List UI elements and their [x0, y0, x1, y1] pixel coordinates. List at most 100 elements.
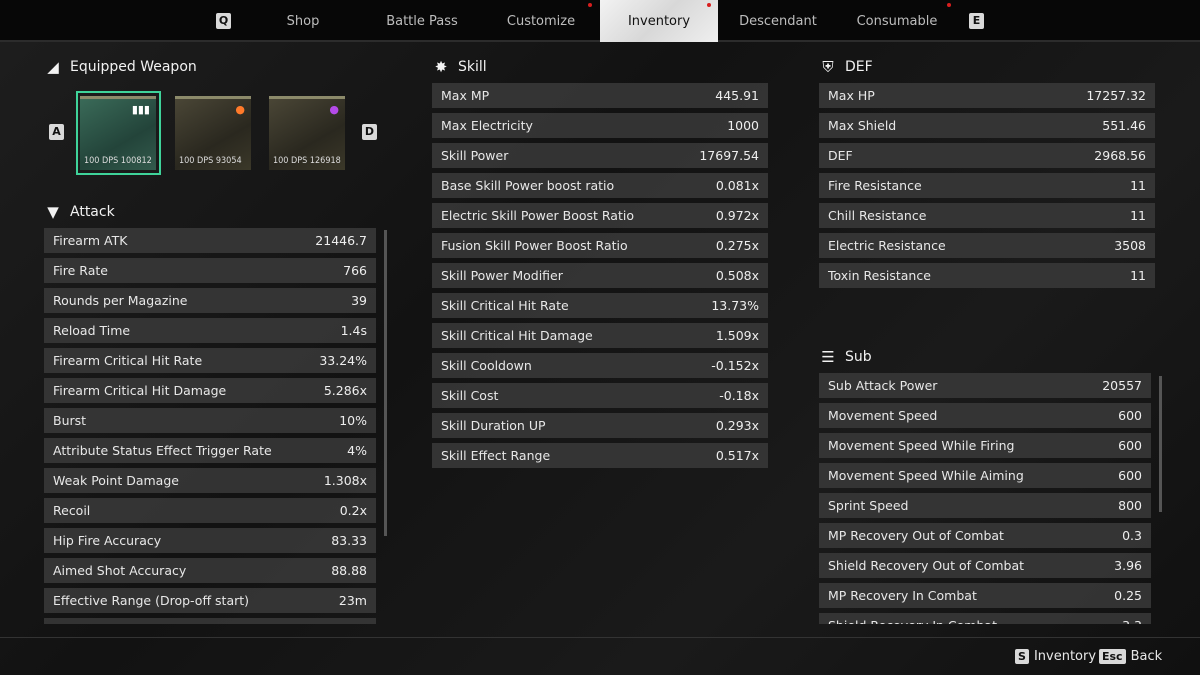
stat-value: 13.73% — [711, 298, 759, 313]
stat-value: 3.96 — [1114, 558, 1142, 573]
stat-value: 800 — [1118, 498, 1142, 513]
stat-value: 17697.54 — [699, 148, 759, 163]
prev-tab-key[interactable]: Q — [216, 13, 231, 29]
stat-row[interactable]: Skill Power 17697.54 — [432, 143, 768, 168]
tab-battle-pass[interactable]: Battle Pass — [363, 0, 481, 42]
stat-value: 33.24% — [319, 353, 367, 368]
stat-label: Burst — [53, 413, 87, 428]
stat-label: Hip Fire Accuracy — [53, 533, 162, 548]
stat-label: MP Recovery Out of Combat — [828, 528, 1004, 543]
stat-label: Sprint Speed — [828, 498, 909, 513]
stat-row[interactable]: MP Recovery In Combat 0.25 — [819, 583, 1151, 608]
stat-row[interactable]: Shield Recovery In Combat 3.3 — [819, 613, 1151, 624]
stat-label: Skill Cooldown — [441, 358, 532, 373]
stat-label: Skill Effect Range — [441, 448, 551, 463]
stat-row[interactable]: Effective Range (Drop-off start) 23m — [44, 588, 376, 613]
stat-row[interactable]: DEF 2968.56 — [819, 143, 1155, 168]
next-weapon-key[interactable]: D — [362, 124, 377, 140]
stat-row[interactable]: Skill Effect Range 0.517x — [432, 443, 768, 468]
tab-customize[interactable]: Customize — [482, 0, 600, 42]
stat-value: 17257.32 — [1086, 88, 1146, 103]
stat-label: Weak Point Damage — [53, 473, 179, 488]
stat-row[interactable]: Chill Resistance 11 — [819, 203, 1155, 228]
stat-value: 21446.7 — [315, 233, 367, 248]
attack-icon: ▼ — [47, 203, 59, 221]
inventory-key: S — [1015, 649, 1029, 664]
stat-row[interactable]: Attribute Status Effect Trigger Rate 4% — [44, 438, 376, 463]
stat-row[interactable]: Rounds per Magazine 39 — [44, 288, 376, 313]
sub-scrollbar[interactable] — [1159, 376, 1162, 512]
layers-icon: ☰ — [821, 348, 835, 366]
stat-row[interactable]: Movement Speed While Aiming 600 — [819, 463, 1151, 488]
stat-row[interactable]: Hip Fire Accuracy 83.33 — [44, 528, 376, 553]
section-title: Equipped Weapon — [70, 59, 197, 75]
general-rounds-icon: ▮▮▮ — [131, 103, 150, 116]
stat-row[interactable]: Burst 10% — [44, 408, 376, 433]
stat-row[interactable]: Weak Point Damage 1.308x — [44, 468, 376, 493]
stat-row[interactable]: Skill Cooldown -0.152x — [432, 353, 768, 378]
section-title: Attack — [70, 204, 115, 220]
tab-inventory[interactable]: Inventory — [600, 0, 718, 42]
stat-label: Skill Power Modifier — [441, 268, 563, 283]
stat-value: 10% — [339, 413, 367, 428]
next-tab-key[interactable]: E — [969, 13, 984, 29]
stat-row[interactable]: Sub Attack Power 20557 — [819, 373, 1151, 398]
stat-value: 1.509x — [715, 328, 759, 343]
stat-row[interactable]: Skill Cost -0.18x — [432, 383, 768, 408]
tab-shop[interactable]: Shop — [244, 0, 362, 42]
stat-row[interactable]: Movement Speed 600 — [819, 403, 1151, 428]
stat-label: Max Shield — [828, 118, 897, 133]
stat-row[interactable]: Skill Critical Hit Damage 1.509x — [432, 323, 768, 348]
stat-row[interactable]: Recoil 0.2x — [44, 498, 376, 523]
sub-title: ☰ Sub — [819, 348, 871, 366]
stat-row[interactable]: Firearm ATK 21446.7 — [44, 228, 376, 253]
stat-row[interactable]: Firearm Critical Hit Rate 33.24% — [44, 348, 376, 373]
inventory-shortcut[interactable]: S Inventory — [1015, 649, 1096, 664]
stat-value: 0.508x — [715, 268, 759, 283]
pistol-icon: ◢ — [47, 58, 59, 76]
stat-row[interactable]: Aimed Shot Accuracy 88.88 — [44, 558, 376, 583]
stat-label: Firearm Critical Hit Damage — [53, 383, 227, 398]
stat-row[interactable]: Max Shield 551.46 — [819, 113, 1155, 138]
stat-row[interactable]: Max Electricity 1000 — [432, 113, 768, 138]
stat-label: Skill Cost — [441, 388, 499, 403]
weapon-slot-2[interactable]: ● 100 DPS 93054 — [175, 96, 251, 170]
stat-row[interactable]: MP Recovery Out of Combat 0.3 — [819, 523, 1151, 548]
weapon-slot-3[interactable]: ● 100 DPS 126918 — [269, 96, 345, 170]
attack-scrollbar[interactable] — [384, 230, 387, 536]
stat-row[interactable]: Max MP 445.91 — [432, 83, 768, 108]
stat-row[interactable]: Movement Speed While Firing 600 — [819, 433, 1151, 458]
stat-row[interactable]: Firearm Critical Hit Damage 5.286x — [44, 378, 376, 403]
weapon-slot-1[interactable]: ▮▮▮ 100 DPS 100812 — [80, 96, 156, 170]
stat-row[interactable]: Reload Time 1.4s — [44, 318, 376, 343]
stat-row[interactable]: Fusion Skill Power Boost Ratio 0.275x — [432, 233, 768, 258]
back-button[interactable]: Esc Back — [1099, 649, 1162, 664]
stat-label: Chill Resistance — [828, 208, 927, 223]
stat-value: 0.25 — [1114, 588, 1142, 603]
stat-value: 11 — [1130, 268, 1146, 283]
stat-row[interactable]: Max HP 17257.32 — [819, 83, 1155, 108]
stat-row[interactable]: Base Skill Power boost ratio 0.081x — [432, 173, 768, 198]
tab-descendant[interactable]: Descendant — [719, 0, 837, 42]
stat-row[interactable]: Skill Duration UP 0.293x — [432, 413, 768, 438]
stat-row[interactable]: Toxin Resistance 11 — [819, 263, 1155, 288]
stat-row[interactable] — [44, 618, 376, 624]
stat-row[interactable]: Sprint Speed 800 — [819, 493, 1151, 518]
stat-row[interactable]: Electric Skill Power Boost Ratio 0.972x — [432, 203, 768, 228]
stat-value: 4% — [347, 443, 367, 458]
stat-label: Electric Resistance — [828, 238, 946, 253]
stat-value: 1.308x — [323, 473, 367, 488]
tab-consumable[interactable]: Consumable — [838, 0, 956, 42]
stat-row[interactable]: Skill Critical Hit Rate 13.73% — [432, 293, 768, 318]
stat-value: 445.91 — [715, 88, 759, 103]
back-label: Back — [1130, 649, 1163, 664]
prev-weapon-key[interactable]: A — [49, 124, 64, 140]
stat-row[interactable]: Shield Recovery Out of Combat 3.96 — [819, 553, 1151, 578]
stat-label: Firearm Critical Hit Rate — [53, 353, 203, 368]
stat-row[interactable]: Fire Rate 766 — [44, 258, 376, 283]
stat-row[interactable]: Fire Resistance 11 — [819, 173, 1155, 198]
stat-row[interactable]: Skill Power Modifier 0.508x — [432, 263, 768, 288]
stat-label: Firearm ATK — [53, 233, 128, 248]
stat-row[interactable]: Electric Resistance 3508 — [819, 233, 1155, 258]
esc-key: Esc — [1099, 649, 1126, 664]
